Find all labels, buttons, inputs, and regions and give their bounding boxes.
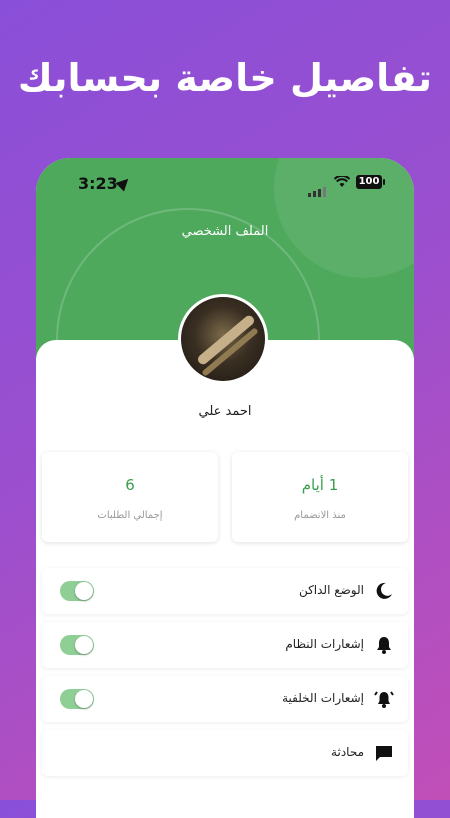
avatar[interactable]	[178, 294, 268, 384]
user-name: احمد علي	[198, 404, 252, 419]
setting-label: محادثة	[331, 745, 364, 759]
cellular-signal-icon	[308, 178, 328, 197]
dark-mode-toggle[interactable]	[60, 581, 94, 601]
setting-row-chat[interactable]: محادثة	[42, 730, 408, 776]
system-notifications-toggle[interactable]	[60, 635, 94, 655]
alarm-bell-icon	[374, 689, 394, 709]
background-notifications-toggle[interactable]	[60, 689, 94, 709]
setting-label: الوضع الداكن	[298, 583, 364, 597]
setting-row-background-notifications[interactable]: إشعارات الخلفية	[42, 676, 408, 722]
stat-label: إجمالي الطلبات	[97, 510, 163, 521]
location-arrow-icon	[115, 174, 133, 192]
setting-row-system-notifications[interactable]: إشعارات النظام	[42, 622, 408, 668]
phone-screen: 3:23 100 الملف الشخصي احمد علي 1 أيام من…	[36, 158, 414, 818]
status-time: 3:23	[78, 174, 118, 193]
setting-label: إشعارات النظام	[285, 637, 364, 651]
stat-value: 1 أيام	[301, 476, 339, 494]
moon-icon	[374, 581, 394, 601]
stat-card-joined: 1 أيام منذ الانضمام	[232, 452, 408, 542]
setting-label: إشعارات الخلفية	[282, 691, 364, 705]
status-bar: 3:23 100	[36, 172, 414, 197]
promo-title: تفاصيل خاصة بحسابك	[17, 56, 433, 100]
stat-card-orders: 6 إجمالي الطلبات	[42, 452, 218, 542]
page-title: الملف الشخصي	[181, 224, 269, 239]
wifi-icon	[333, 174, 351, 192]
setting-row-dark-mode[interactable]: الوضع الداكن	[42, 568, 408, 614]
chat-icon	[374, 743, 394, 763]
bell-icon	[374, 635, 394, 655]
stat-value: 6	[125, 476, 135, 494]
stat-label: منذ الانضمام	[294, 510, 346, 521]
battery-icon: 100	[356, 175, 385, 189]
